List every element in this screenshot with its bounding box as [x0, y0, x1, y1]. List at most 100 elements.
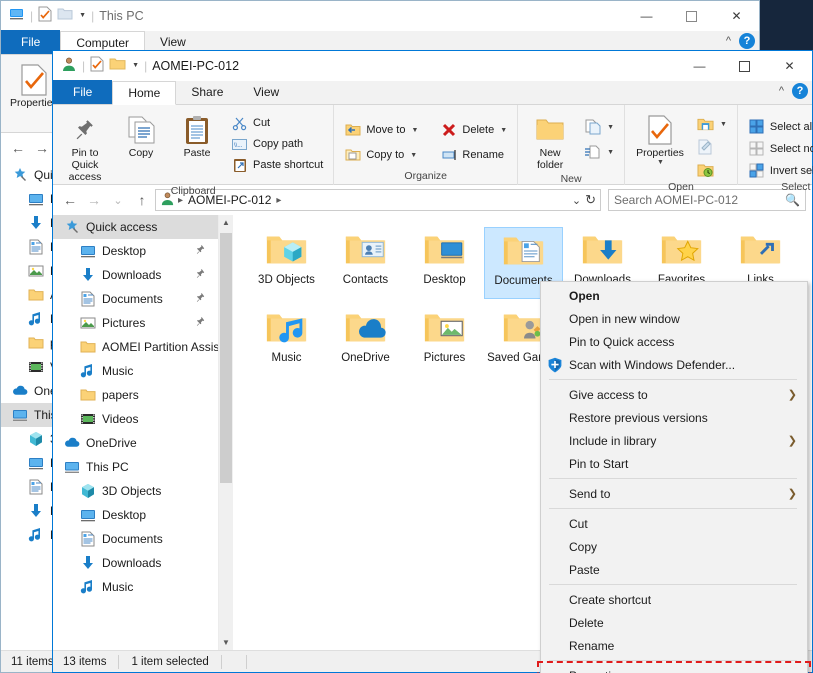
front-sidebar-item-music[interactable]: Music — [53, 359, 218, 383]
back-close-button[interactable]: ✕ — [714, 1, 759, 31]
refresh-icon[interactable]: ↻ — [585, 192, 596, 208]
context-menu-item-send-to[interactable]: Send to❯ — [541, 482, 807, 505]
context-menu-item-open[interactable]: Open — [541, 284, 807, 307]
front-quick-access-toolbar[interactable]: | ▼ | AOMEI-PC-012 — [61, 56, 239, 75]
new-folder-button[interactable]: New folder — [524, 111, 576, 173]
copy-to-button[interactable]: Copy to ▼ — [340, 143, 422, 167]
recent-locations-button[interactable]: ⌄ — [107, 189, 129, 211]
pin-icon[interactable] — [195, 292, 206, 306]
front-sidebar-item-papers[interactable]: papers — [53, 383, 218, 407]
properties-icon[interactable] — [90, 56, 104, 75]
context-menu-item-properties[interactable]: Properties — [541, 664, 807, 673]
context-menu-item-copy[interactable]: Copy — [541, 535, 807, 558]
front-sidebar-item-videos[interactable]: Videos — [53, 407, 218, 431]
new-item-button[interactable]: ▼ — [580, 115, 618, 139]
user-icon[interactable] — [61, 56, 77, 75]
front-address-row[interactable]: ← → ⌄ ↑ ▸ AOMEI-PC-012 ▸ ⌄ ↻ Search AOME… — [53, 185, 812, 215]
back-window-buttons[interactable]: — ✕ — [624, 1, 759, 31]
front-navigation-pane[interactable]: Quick accessDesktopDownloadsDocumentsPic… — [53, 215, 218, 650]
chevron-up-icon[interactable]: ^ — [726, 35, 731, 47]
back-button[interactable]: ← — [7, 137, 29, 159]
front-sidebar-item-pictures[interactable]: Pictures — [53, 311, 218, 335]
context-menu-item-delete[interactable]: Delete — [541, 611, 807, 634]
context-menu-item-open-in-new-window[interactable]: Open in new window — [541, 307, 807, 330]
back-ribbon-controls[interactable]: ^ ? — [726, 33, 755, 49]
context-menu-item-cut[interactable]: Cut — [541, 512, 807, 535]
context-menu-item-rename[interactable]: Rename — [541, 634, 807, 657]
address-dropdown-icon[interactable]: ⌄ — [572, 194, 581, 207]
properties-button[interactable]: Properties ▼ — [631, 111, 689, 169]
front-ribbon-controls[interactable]: ^ ? — [779, 83, 808, 99]
paste-shortcut-button[interactable]: Paste shortcut — [227, 155, 327, 175]
cut-button[interactable]: Cut — [227, 113, 327, 133]
properties-icon[interactable] — [38, 6, 52, 25]
breadcrumb-separator-2[interactable]: ▸ — [276, 195, 281, 206]
context-menu-item-include-in-library[interactable]: Include in library❯ — [541, 429, 807, 452]
navigation-scrollbar[interactable]: ▲ ▼ — [218, 215, 233, 650]
front-sidebar-item-onedrive[interactable]: OneDrive — [53, 431, 218, 455]
move-to-button[interactable]: Move to ▼ — [340, 118, 422, 142]
front-window-buttons[interactable]: — ✕ — [677, 51, 812, 81]
pin-icon[interactable] — [195, 268, 206, 282]
select-all-button[interactable]: Select all — [744, 116, 813, 137]
history-button[interactable] — [693, 159, 731, 181]
file-tile[interactable]: Contacts — [326, 227, 405, 299]
context-menu-item-scan-with-windows-defender[interactable]: Scan with Windows Defender... — [541, 353, 807, 376]
context-menu-item-create-shortcut[interactable]: Create shortcut — [541, 588, 807, 611]
front-sidebar-item-desktop[interactable]: Desktop — [53, 503, 218, 527]
paste-button[interactable]: Paste — [171, 111, 223, 161]
pin-to-quick-access-button[interactable]: Pin to Quick access — [59, 111, 111, 185]
file-tile[interactable]: Desktop — [405, 227, 484, 299]
scroll-down-arrow[interactable]: ▼ — [219, 635, 233, 650]
front-sidebar-item-downloads[interactable]: Downloads — [53, 551, 218, 575]
front-sidebar-item-desktop[interactable]: Desktop — [53, 239, 218, 263]
front-close-button[interactable]: ✕ — [767, 51, 812, 81]
context-menu-item-restore-previous-versions[interactable]: Restore previous versions — [541, 406, 807, 429]
front-sidebar-item-downloads[interactable]: Downloads — [53, 263, 218, 287]
front-sidebar-item-this-pc[interactable]: This PC — [53, 455, 218, 479]
help-icon[interactable]: ? — [792, 83, 808, 99]
open-caret-icon[interactable]: ▼ — [720, 121, 727, 128]
pin-icon[interactable] — [195, 316, 206, 330]
front-tab-view[interactable]: View — [238, 80, 294, 104]
forward-button[interactable]: → — [31, 137, 53, 159]
front-ribbon[interactable]: Pin to Quick access Copy Paste — [53, 105, 812, 185]
up-button[interactable]: ↑ — [131, 189, 153, 211]
edit-button[interactable] — [693, 136, 731, 158]
front-tab-share[interactable]: Share — [176, 80, 238, 104]
help-icon[interactable]: ? — [739, 33, 755, 49]
front-sidebar-item-aomei-partition-assista[interactable]: AOMEI Partition Assista — [53, 335, 218, 359]
front-tab-home[interactable]: Home — [112, 81, 176, 105]
front-sidebar-item-documents[interactable]: Documents — [53, 287, 218, 311]
forward-button[interactable]: → — [83, 189, 105, 211]
copy-to-caret-icon[interactable]: ▼ — [410, 152, 417, 159]
select-none-button[interactable]: Select none — [744, 138, 813, 159]
rename-button[interactable]: Rename — [436, 143, 511, 167]
file-tile[interactable]: Pictures — [405, 305, 484, 377]
address-bar[interactable]: ▸ AOMEI-PC-012 ▸ ⌄ ↻ — [155, 189, 601, 211]
address-bar-controls[interactable]: ⌄ ↻ — [572, 192, 598, 208]
search-input[interactable]: Search AOMEI-PC-012 🔍 — [608, 189, 806, 211]
delete-caret-icon[interactable]: ▼ — [500, 127, 507, 134]
context-menu-item-pin-to-start[interactable]: Pin to Start — [541, 452, 807, 475]
back-quick-access-toolbar[interactable]: | ▼ | This PC — [9, 6, 144, 25]
qat-dropdown-caret[interactable]: ▼ — [79, 12, 86, 19]
easy-access-button[interactable]: ▼ — [580, 140, 618, 164]
front-sidebar-item-music[interactable]: Music — [53, 575, 218, 599]
file-tile[interactable]: 3D Objects — [247, 227, 326, 299]
delete-button[interactable]: Delete ▼ — [436, 118, 511, 142]
front-tab-file[interactable]: File — [53, 80, 112, 104]
context-menu-item-pin-to-quick-access[interactable]: Pin to Quick access — [541, 330, 807, 353]
front-titlebar[interactable]: | ▼ | AOMEI-PC-012 — ✕ — [53, 51, 812, 81]
this-pc-icon[interactable] — [9, 6, 25, 25]
back-maximize-button[interactable] — [669, 1, 714, 31]
context-menu-item-paste[interactable]: Paste — [541, 558, 807, 581]
back-titlebar[interactable]: | ▼ | This PC — ✕ — [1, 1, 759, 31]
file-tile[interactable]: OneDrive — [326, 305, 405, 377]
scrollbar-thumb[interactable] — [220, 233, 232, 483]
context-menu-item-give-access-to[interactable]: Give access to❯ — [541, 383, 807, 406]
context-menu[interactable]: OpenOpen in new windowPin to Quick acces… — [540, 281, 808, 673]
front-sidebar-item-quick-access[interactable]: Quick access — [53, 215, 218, 239]
properties-caret-icon[interactable]: ▼ — [657, 159, 664, 167]
back-button[interactable]: ← — [59, 189, 81, 211]
